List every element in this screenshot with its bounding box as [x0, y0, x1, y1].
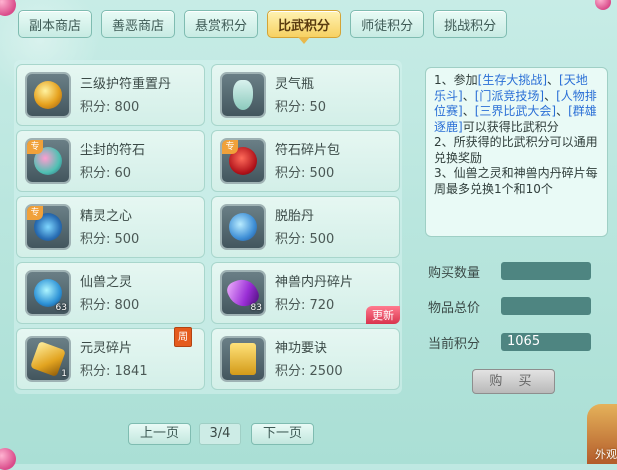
item-price: 积分: 800	[80, 298, 140, 313]
buy-button[interactable]: 购 买	[472, 369, 555, 394]
item-name: 尘封的符石	[80, 143, 146, 158]
updated-badge: 更新	[366, 306, 400, 324]
shop-item[interactable]: 专 精灵之心 积分: 500	[16, 196, 205, 258]
item-name: 精灵之心	[80, 209, 133, 224]
exclusive-badge: 专	[27, 140, 43, 154]
item-price: 积分: 1841	[80, 364, 148, 379]
shop-item[interactable]: 三级护符重置丹 积分: 800	[16, 64, 205, 126]
total-price-label: 物品总价	[428, 301, 481, 316]
divine-beast-core-fragment-icon: 83	[220, 270, 266, 316]
immortal-beast-spirit-icon: 63	[25, 270, 71, 316]
item-count: 63	[55, 303, 67, 313]
shop-item[interactable]: 脱胎丹 积分: 500	[211, 196, 400, 258]
quantity-label: 购买数量	[428, 266, 481, 281]
link-three-realms-tournament[interactable]: [三界比武大会]	[475, 104, 556, 118]
link-survival-challenge[interactable]: [生存大挑战]	[478, 73, 547, 87]
rule-text: 、	[462, 104, 475, 118]
item-price: 积分: 50	[275, 100, 327, 115]
item-name: 三级护符重置丹	[80, 77, 172, 92]
item-name: 元灵碎片	[80, 341, 133, 356]
shop-item[interactable]: 专 符石碎片包 积分: 500	[211, 130, 400, 192]
sealed-rune-stone-icon: 专	[25, 138, 71, 184]
rule-text: 1、参加	[434, 73, 478, 87]
item-name: 神兽内丹碎片	[275, 275, 354, 290]
item-price: 积分: 720	[275, 298, 335, 313]
item-name: 脱胎丹	[275, 209, 315, 224]
rule-text: 、	[556, 104, 569, 118]
exclusive-badge: 专	[222, 140, 238, 154]
item-name: 符石碎片包	[275, 143, 341, 158]
shop-item[interactable]: 63 仙兽之灵 积分: 800	[16, 262, 205, 324]
quantity-field[interactable]	[501, 262, 591, 280]
rule-text: 2、所获得的比武积分可以通用兑换奖励	[434, 135, 598, 165]
rule-text: 、	[462, 88, 475, 103]
shop-item[interactable]: 83 神兽内丹碎片 积分: 720 更新	[211, 262, 400, 324]
shop-item[interactable]: 灵气瓶 积分: 50	[211, 64, 400, 126]
item-grid: 三级护符重置丹 积分: 800 灵气瓶 积分: 50 专 尘封的符石 积分: 6…	[14, 60, 402, 394]
rule-text: 可以获得比武积分	[462, 119, 559, 134]
tab-challenge-points[interactable]: 挑战积分	[433, 10, 508, 38]
corner-ornament	[0, 448, 16, 470]
tab-bounty-points[interactable]: 悬赏积分	[184, 10, 259, 38]
golden-amulet-pill-icon	[25, 72, 71, 118]
weekly-badge: 周	[174, 327, 192, 347]
yuanling-fragment-icon: 1	[25, 336, 71, 382]
tab-dungeon-shop[interactable]: 副本商店	[18, 10, 93, 38]
item-price: 积分: 500	[275, 166, 335, 181]
prev-page-button[interactable]: 上一页	[128, 423, 191, 445]
rule-text: 、	[547, 73, 560, 87]
rule-text: 3、仙兽之灵和神兽内丹碎片每周最多兑换1个和10个	[434, 166, 598, 196]
item-name: 仙兽之灵	[80, 275, 133, 290]
page-indicator: 3/4	[199, 423, 241, 445]
rune-fragment-bag-icon: 专	[220, 138, 266, 184]
item-name: 神功要诀	[275, 341, 328, 356]
current-points-label: 当前积分	[428, 337, 481, 352]
rules-description: 1、参加[生存大挑战]、[天地乐斗]、[门派竞技场]、[人物排位赛]、[三界比武…	[425, 67, 608, 237]
item-price: 积分: 500	[275, 232, 335, 247]
item-price: 积分: 2500	[275, 364, 343, 379]
item-price: 积分: 800	[80, 100, 140, 115]
corner-ornament	[595, 0, 611, 10]
spirit-bottle-icon	[220, 72, 266, 118]
tab-mentor-points[interactable]: 师徒积分	[350, 10, 425, 38]
item-count: 83	[250, 303, 262, 313]
link-sect-arena[interactable]: [门派竞技场]	[475, 89, 544, 103]
martial-manual-icon	[220, 336, 266, 382]
rule-text: 、	[544, 88, 557, 103]
tab-karma-shop[interactable]: 善恶商店	[101, 10, 176, 38]
item-name: 灵气瓶	[275, 77, 315, 92]
shop-tabs: 副本商店 善恶商店 悬赏积分 比武积分 师徒积分 挑战积分	[18, 10, 508, 44]
wardrobe-shortcut-label: 外观	[595, 448, 617, 461]
shop-item[interactable]: 1 元灵碎片 积分: 1841 周	[16, 327, 205, 390]
corner-ornament	[0, 0, 16, 16]
item-price: 积分: 60	[80, 166, 132, 181]
exclusive-badge: 专	[27, 206, 43, 220]
next-page-button[interactable]: 下一页	[251, 423, 314, 445]
shop-item[interactable]: 专 尘封的符石 积分: 60	[16, 130, 205, 192]
item-count: 1	[61, 369, 67, 379]
elf-heart-icon: 专	[25, 204, 71, 250]
current-points-field: 1065	[501, 333, 591, 351]
tab-combat-points[interactable]: 比武积分	[267, 10, 342, 44]
shop-window: 副本商店 善恶商店 悬赏积分 比武积分 师徒积分 挑战积分 三级护符重置丹 积分…	[0, 0, 617, 470]
total-price-field	[501, 297, 591, 315]
rebirth-pill-icon	[220, 204, 266, 250]
item-price: 积分: 500	[80, 232, 140, 247]
shop-item[interactable]: 神功要诀 积分: 2500	[211, 328, 400, 390]
